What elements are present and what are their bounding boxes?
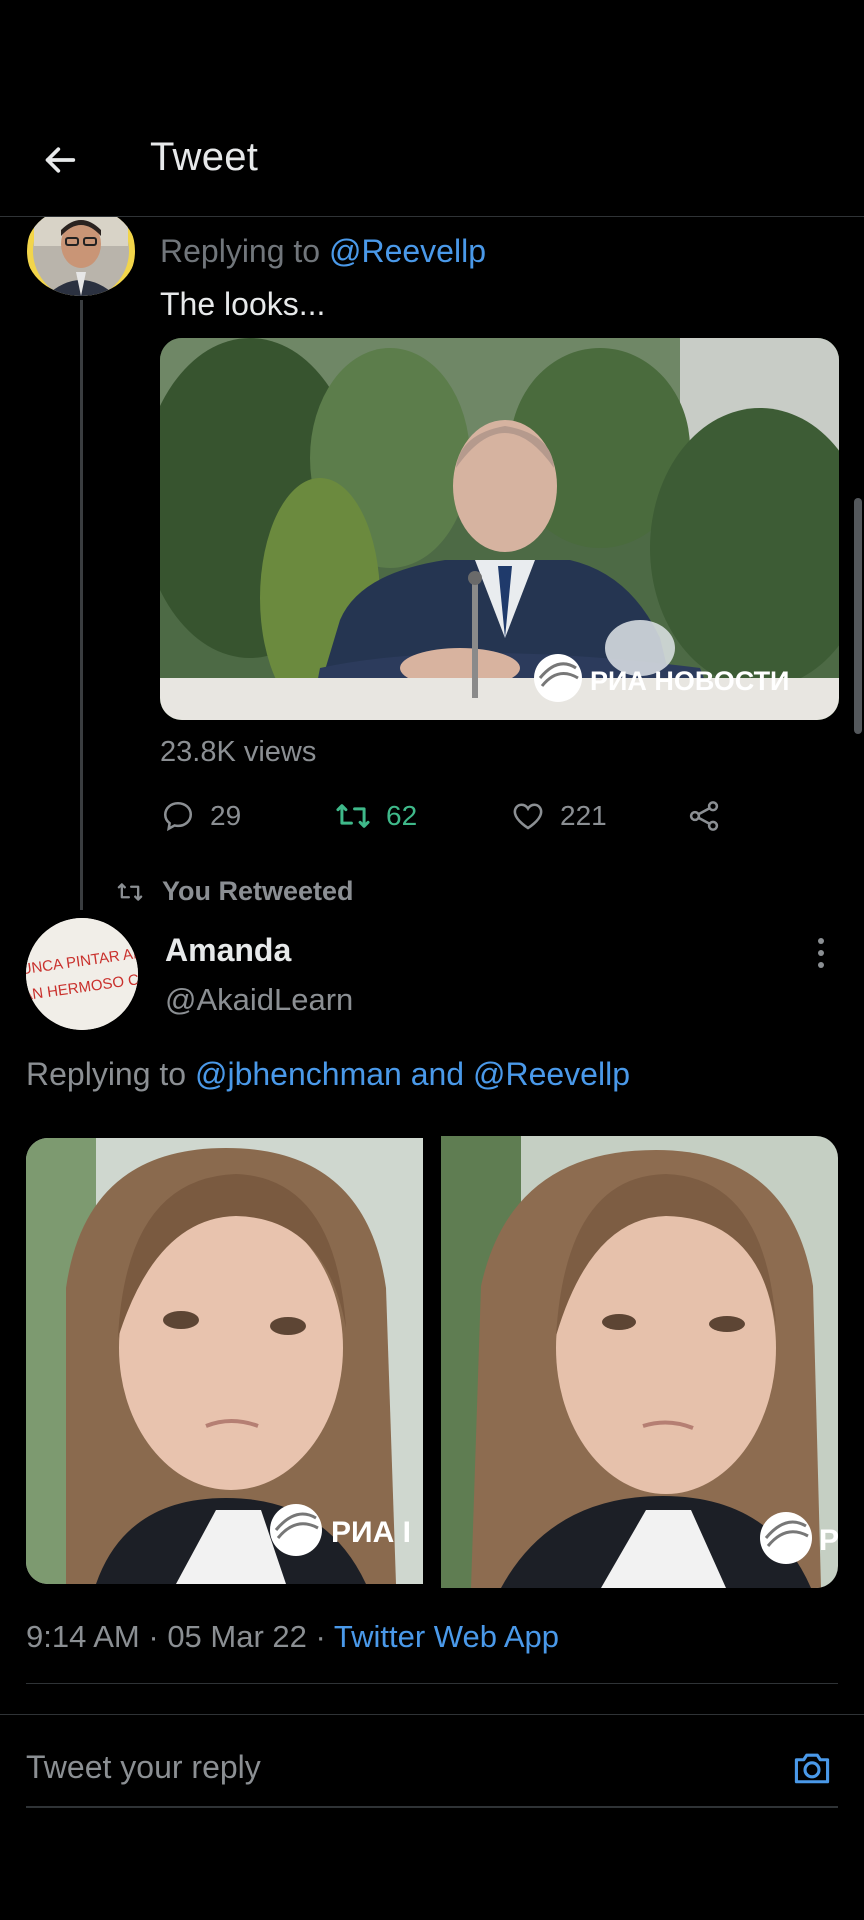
page-title: Tweet (150, 135, 259, 179)
tweet2-photo-right[interactable]: P (441, 1136, 838, 1588)
tweet1-replying-to: Replying to @Reevellp (160, 233, 486, 270)
arrow-left-icon (45, 147, 76, 173)
share-button[interactable] (686, 792, 722, 840)
divider (26, 1683, 838, 1684)
top-app-bar: Tweet (0, 0, 864, 217)
reply-input[interactable] (26, 1746, 766, 1788)
more-options-button[interactable] (800, 932, 842, 974)
retweet-icon (336, 804, 370, 828)
heart-icon (513, 803, 543, 830)
tweet1-views: 23.8K views (160, 736, 317, 768)
photo-watermark: P (819, 1524, 838, 1557)
separator: · (139, 1619, 168, 1654)
like-button[interactable]: 221 (510, 792, 607, 840)
divider (0, 1714, 864, 1715)
reply-count: 29 (210, 800, 242, 831)
comment-icon (163, 801, 193, 832)
mention-links[interactable]: @jbhenchman and @Reevellp (195, 1056, 630, 1092)
tweet-time: 9:14 AM (26, 1619, 140, 1654)
tweet1-video-media[interactable]: РИА НОВОСТИ (160, 338, 839, 720)
more-vertical-icon (818, 938, 824, 968)
camera-icon (794, 1753, 830, 1784)
replying-to-label: Replying to (26, 1056, 195, 1092)
tweet1-avatar[interactable] (26, 206, 136, 296)
you-retweeted-label: You Retweeted (116, 876, 354, 907)
reply-button[interactable]: 29 (160, 792, 241, 840)
tweet-source-link[interactable]: Twitter Web App (334, 1619, 559, 1654)
tweet-date: 05 Mar 22 (167, 1619, 307, 1654)
separator: · (306, 1619, 334, 1654)
mention-link[interactable]: @Reevellp (329, 233, 486, 269)
media-watermark: РИА НОВОСТИ (590, 666, 789, 696)
retweet-button[interactable]: 62 (334, 792, 417, 840)
like-count: 221 (560, 800, 607, 831)
scrollbar[interactable] (854, 498, 862, 734)
retweet-icon (117, 882, 143, 901)
back-button[interactable] (36, 136, 84, 184)
retweet-label-text: You Retweeted (162, 876, 354, 906)
tweet2-author-handle[interactable]: @AkaidLearn (165, 982, 353, 1018)
reply-input-underline (26, 1806, 838, 1808)
replying-to-label: Replying to (160, 233, 329, 269)
thread-connector-line (80, 300, 83, 910)
tweet2-replying-to: Replying to @jbhenchman and @Reevellp (26, 1056, 630, 1093)
retweet-count: 62 (386, 800, 418, 831)
photo-watermark: РИА I (331, 1516, 411, 1549)
tweet1-text: The looks... (160, 286, 326, 322)
tweet2-author-name[interactable]: Amanda (165, 932, 291, 969)
camera-button[interactable] (788, 1744, 836, 1792)
tweet2-timestamp-source: 9:14 AM · 05 Mar 22 · Twitter Web App (26, 1619, 559, 1655)
share-icon (689, 801, 719, 831)
tweet2-avatar[interactable]: UNCA PINTAR ALGO AN HERMOSO COMO TU (26, 918, 138, 1030)
tweet2-photo-left[interactable]: РИА I (26, 1138, 423, 1584)
